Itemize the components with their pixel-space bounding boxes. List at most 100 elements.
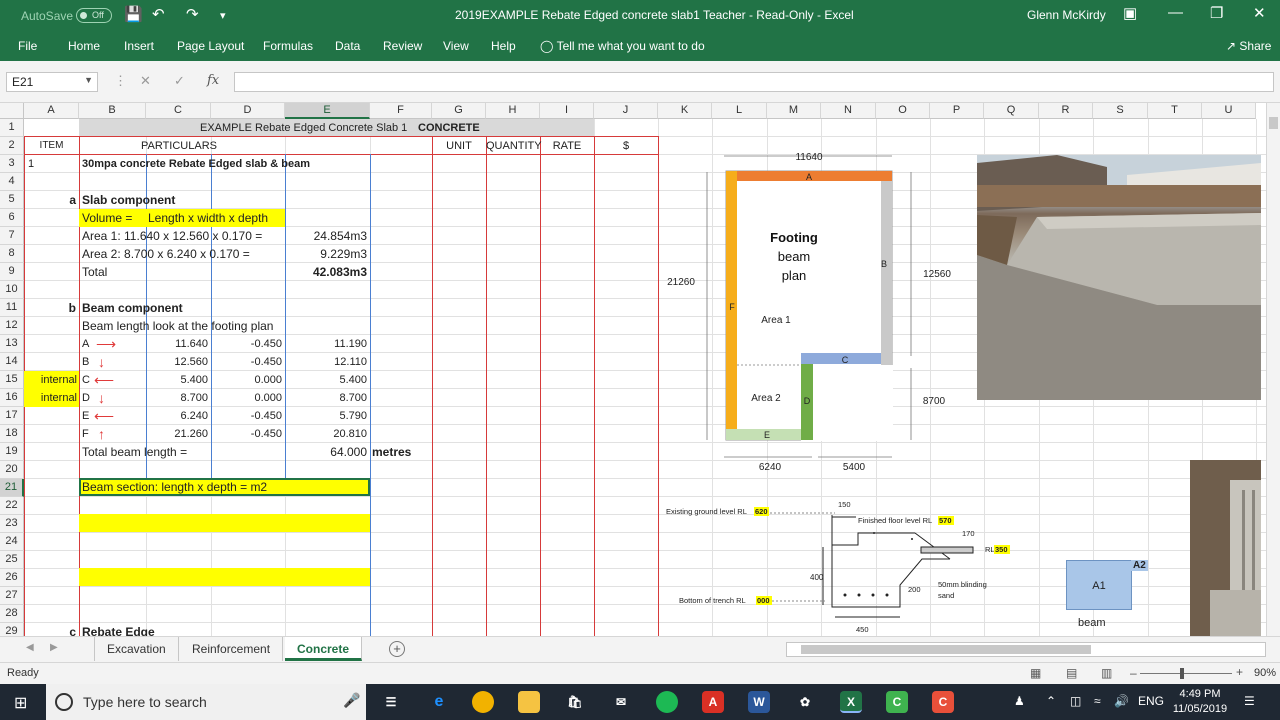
row-header[interactable]: 28 (0, 605, 24, 623)
col-header-i[interactable]: I (540, 103, 594, 119)
tab-home[interactable]: Home (68, 39, 100, 53)
page-layout-view-icon[interactable]: ▤ (1066, 666, 1077, 680)
row-header[interactable]: 13 (0, 335, 24, 353)
col-header-k[interactable]: K (658, 103, 712, 119)
row-header[interactable]: 25 (0, 551, 24, 569)
row-header[interactable]: 9 (0, 263, 24, 281)
row-header[interactable]: 10 (0, 281, 24, 299)
highlight-row[interactable] (79, 514, 370, 532)
share-button[interactable]: ↗ Share (1226, 39, 1271, 53)
user-name[interactable]: Glenn McKirdy (1027, 8, 1106, 22)
col-header-m[interactable]: M (767, 103, 821, 119)
row-header[interactable]: 15 (0, 371, 24, 389)
col-header-d[interactable]: D (211, 103, 285, 119)
tab-excavation[interactable]: Excavation (94, 637, 179, 661)
row-header[interactable]: 26 (0, 569, 24, 587)
row-header[interactable]: 11 (0, 299, 24, 317)
wifi-icon[interactable]: ≈ (1094, 694, 1101, 708)
page-break-view-icon[interactable]: ▥ (1101, 666, 1112, 680)
network-icon[interactable]: ◫ (1070, 694, 1081, 708)
chevron-up-icon[interactable]: ⌃ (1046, 694, 1056, 708)
vertical-scrollbar[interactable] (1266, 103, 1280, 636)
row-header[interactable]: 5 (0, 191, 24, 209)
undo-icon[interactable]: ↶ (152, 5, 165, 23)
normal-view-icon[interactable]: ▦ (1030, 666, 1041, 680)
volume-icon[interactable]: 🔊 (1114, 694, 1129, 708)
row-header[interactable]: 19 (0, 443, 24, 461)
row-header[interactable]: 27 (0, 587, 24, 605)
taskbar-search[interactable]: Type here to search 🎤 (46, 684, 366, 720)
row-header[interactable]: 21 (0, 479, 24, 497)
tell-me-box[interactable]: ◯ Tell me what you want to do (540, 39, 705, 53)
area-a2-shape[interactable]: A2 (1131, 560, 1148, 571)
spotify-icon[interactable] (656, 691, 678, 713)
slab-photo[interactable] (977, 155, 1261, 400)
row-header[interactable]: 14 (0, 353, 24, 371)
col-header-c[interactable]: C (146, 103, 211, 119)
row-header[interactable]: 17 (0, 407, 24, 425)
row-header[interactable]: 12 (0, 317, 24, 335)
close-icon[interactable]: ✕ (1253, 4, 1266, 22)
row-header[interactable]: 23 (0, 515, 24, 533)
beam-section-diagram[interactable]: Existing ground level RL 620 150 Finishe… (660, 495, 1030, 637)
people-icon[interactable]: ♟ (1014, 694, 1025, 708)
acrobat-icon[interactable]: A (702, 691, 724, 713)
enter-icon[interactable]: ✓ (174, 73, 185, 89)
col-header-l[interactable]: L (712, 103, 767, 119)
scroll-thumb[interactable] (1269, 117, 1278, 129)
col-header-t[interactable]: T (1148, 103, 1202, 119)
row-header[interactable]: 20 (0, 461, 24, 479)
col-header-r[interactable]: R (1039, 103, 1093, 119)
footing-plan-diagram[interactable]: 11640 21260 12560 8700 6240 5400 Footing… (660, 140, 960, 480)
select-all-corner[interactable] (0, 103, 24, 119)
col-header-n[interactable]: N (821, 103, 876, 119)
col-header-e[interactable]: E (285, 103, 370, 119)
chrome-icon[interactable] (472, 691, 494, 713)
zoom-level[interactable]: 90% (1254, 667, 1276, 679)
ribbon-display-icon[interactable]: ▣ (1123, 4, 1137, 22)
system-clock[interactable]: 4:49 PM 11/05/2019 (1170, 687, 1230, 717)
excel-icon[interactable]: X (840, 691, 862, 713)
area-a1-shape[interactable]: A1 (1066, 560, 1132, 610)
row-header[interactable]: 8 (0, 245, 24, 263)
tab-insert[interactable]: Insert (124, 39, 154, 53)
zoom-slider[interactable] (1140, 673, 1232, 674)
name-box[interactable]: E21 ▼ (6, 72, 98, 92)
language-indicator[interactable]: ENG (1138, 694, 1164, 708)
tab-view[interactable]: View (443, 39, 469, 53)
row-header[interactable]: 6 (0, 209, 24, 227)
row-header[interactable]: 18 (0, 425, 24, 443)
recorder-icon[interactable]: C (932, 691, 954, 713)
formula-input[interactable] (234, 72, 1274, 92)
word-icon[interactable]: W (748, 691, 770, 713)
trench-photo[interactable] (1190, 460, 1261, 636)
store-icon[interactable]: 🛍 (564, 691, 586, 713)
tab-review[interactable]: Review (383, 39, 422, 53)
row-header[interactable]: 4 (0, 173, 24, 191)
zoom-thumb[interactable] (1180, 668, 1184, 679)
row-header[interactable]: 1 (0, 119, 24, 137)
autosave-toggle[interactable]: Off (76, 8, 112, 23)
beam-section-cell[interactable]: Beam section: length x depth = m2 (79, 478, 370, 496)
add-sheet-icon[interactable]: + (389, 641, 405, 657)
notification-icon[interactable]: ☰ (1244, 694, 1255, 708)
col-header-a[interactable]: A (24, 103, 79, 119)
mail-icon[interactable]: ✉ (610, 691, 632, 713)
row-header[interactable]: 7 (0, 227, 24, 245)
col-header-b[interactable]: B (79, 103, 146, 119)
row-header[interactable]: 2 (0, 137, 24, 155)
task-view-icon[interactable]: ☰ (380, 691, 402, 713)
scroll-thumb[interactable] (801, 645, 1091, 654)
scroll-right-icon[interactable]: ▶ (50, 642, 58, 653)
tab-data[interactable]: Data (335, 39, 360, 53)
tab-reinforcement[interactable]: Reinforcement (180, 637, 284, 661)
horizontal-scrollbar[interactable] (786, 642, 1266, 657)
col-header-f[interactable]: F (370, 103, 432, 119)
col-header-s[interactable]: S (1093, 103, 1148, 119)
col-header-o[interactable]: O (876, 103, 930, 119)
microphone-icon[interactable]: 🎤 (343, 692, 360, 709)
tab-file[interactable]: File (18, 39, 37, 53)
customize-qat-icon[interactable]: ▾ (220, 9, 226, 22)
col-header-u[interactable]: U (1202, 103, 1256, 119)
col-header-h[interactable]: H (486, 103, 540, 119)
